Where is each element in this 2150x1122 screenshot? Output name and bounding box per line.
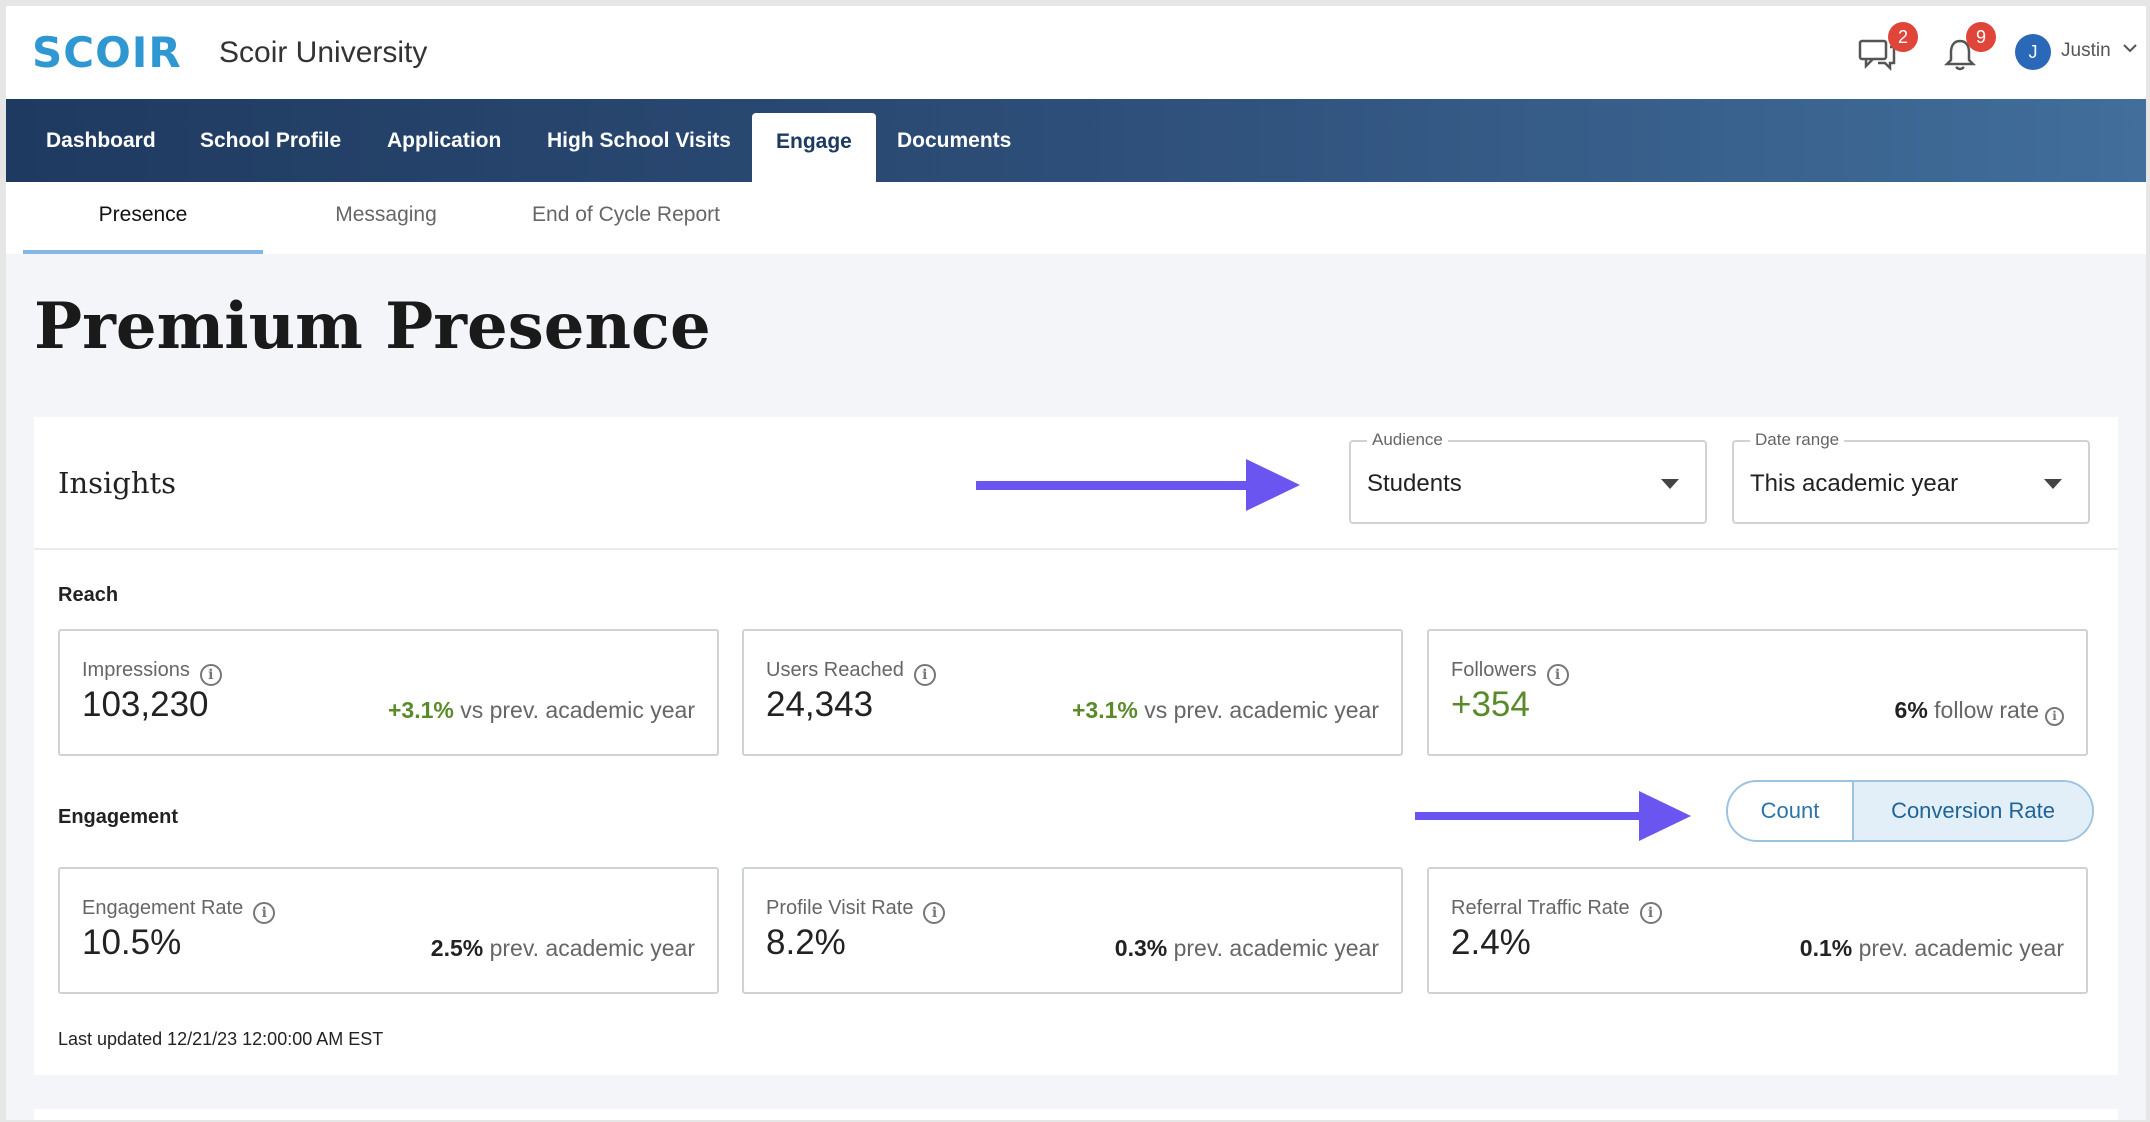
metric-card-users-reached: Users Reached i 24,343 +3.1% vs prev. aca… xyxy=(742,629,1403,756)
notifications-badge: 9 xyxy=(1966,22,1996,52)
metric-comparison: 0.3% prev. academic year xyxy=(1114,935,1379,961)
metric-label: Followers i xyxy=(1451,659,1569,686)
tab-end-of-cycle-report[interactable]: End of Cycle Report xyxy=(506,182,746,254)
insights-heading: Insights xyxy=(58,466,177,500)
audience-select[interactable]: Audience Students xyxy=(1349,430,1707,524)
date-range-select[interactable]: Date range This academic year xyxy=(1732,430,2090,524)
reach-heading: Reach xyxy=(58,584,119,606)
audience-label: Audience xyxy=(1367,430,1448,450)
audience-value: Students xyxy=(1367,470,1462,497)
info-icon[interactable]: i xyxy=(199,664,222,686)
metric-comparison: 0.1% prev. academic year xyxy=(1799,935,2064,961)
metric-label: Impressions i xyxy=(82,659,222,686)
annotation-arrow-icon xyxy=(1415,791,1691,841)
info-icon[interactable]: i xyxy=(1639,902,1662,924)
count-rate-toggle: Count Conversion Rate xyxy=(1726,780,2094,842)
avatar[interactable]: J xyxy=(2015,34,2051,70)
tab-presence[interactable]: Presence xyxy=(23,182,263,254)
info-icon[interactable]: i xyxy=(1546,664,1569,686)
metric-label: Users Reached i xyxy=(766,659,936,686)
metric-card-engagement-rate: Engagement Rate i 10.5% 2.5% prev. academ… xyxy=(58,867,719,994)
metric-comparison: +3.1% vs prev. academic year xyxy=(1071,697,1379,723)
nav-engage[interactable]: Engage xyxy=(752,113,876,182)
metric-value: 10.5% xyxy=(82,923,182,962)
metric-value: 2.4% xyxy=(1451,923,1531,962)
nav-application[interactable]: Application xyxy=(387,99,501,182)
metric-label: Profile Visit Rate i xyxy=(766,897,946,924)
info-icon[interactable]: i xyxy=(253,902,276,924)
nav-dashboard[interactable]: Dashboard xyxy=(46,99,156,182)
sub-tabs: Presence Messaging End of Cycle Report xyxy=(6,182,2146,254)
next-card xyxy=(34,1109,2118,1120)
nav-high-school-visits[interactable]: High School Visits xyxy=(547,99,731,182)
metric-card-profile-visit-rate: Profile Visit Rate i 8.2% 0.3% prev. acad… xyxy=(742,867,1403,994)
app-window: SCOIR Scoir University 2 9 J Justin Dash… xyxy=(6,6,2146,1120)
main-nav: Dashboard School Profile Application Hig… xyxy=(6,99,2146,182)
date-range-label: Date range xyxy=(1750,430,1845,450)
metric-card-referral-traffic-rate: Referral Traffic Rate i 2.4% 0.1% prev. a… xyxy=(1427,867,2088,994)
org-name: Scoir University xyxy=(219,36,428,69)
metric-card-followers: Followers i +354 6% follow rate i xyxy=(1427,629,2088,756)
top-header: SCOIR Scoir University 2 9 J Justin xyxy=(6,6,2146,99)
conversion-rate-toggle-button[interactable]: Conversion Rate xyxy=(1854,782,2092,840)
date-range-value: This academic year xyxy=(1750,470,1959,497)
engagement-heading: Engagement xyxy=(58,806,179,828)
count-toggle-button[interactable]: Count xyxy=(1728,782,1854,840)
last-updated: Last updated 12/21/23 12:00:00 AM EST xyxy=(58,1029,384,1049)
page-title: Premium Presence xyxy=(34,289,711,364)
metric-label: Engagement Rate i xyxy=(82,897,276,924)
caret-down-icon xyxy=(1661,479,1679,489)
metric-comparison: +3.1% vs prev. academic year xyxy=(387,697,695,723)
divider xyxy=(34,548,2118,550)
nav-documents[interactable]: Documents xyxy=(897,99,1011,182)
metric-comparison: 6% follow rate i xyxy=(1895,697,2064,726)
metric-value: +354 xyxy=(1451,685,1530,724)
metric-card-impressions: Impressions i 103,230 +3.1% vs prev. acad… xyxy=(58,629,719,756)
info-icon[interactable]: i xyxy=(923,902,946,924)
metric-value: 103,230 xyxy=(82,685,209,724)
scoir-logo[interactable]: SCOIR xyxy=(32,28,182,77)
metric-comparison: 2.5% prev. academic year xyxy=(430,935,695,961)
metric-value: 8.2% xyxy=(766,923,846,962)
nav-school-profile[interactable]: School Profile xyxy=(200,99,341,182)
messages-badge: 2 xyxy=(1888,22,1918,52)
info-icon[interactable]: i xyxy=(913,664,936,686)
caret-down-icon xyxy=(2044,479,2062,489)
chevron-down-icon[interactable] xyxy=(2122,42,2138,54)
annotation-arrow-icon xyxy=(976,459,1300,511)
user-name[interactable]: Justin xyxy=(2061,40,2111,62)
metric-label: Referral Traffic Rate i xyxy=(1451,897,1662,924)
info-icon[interactable]: i xyxy=(2045,707,2064,726)
tab-messaging[interactable]: Messaging xyxy=(306,182,466,254)
metric-value: 24,343 xyxy=(766,685,874,724)
